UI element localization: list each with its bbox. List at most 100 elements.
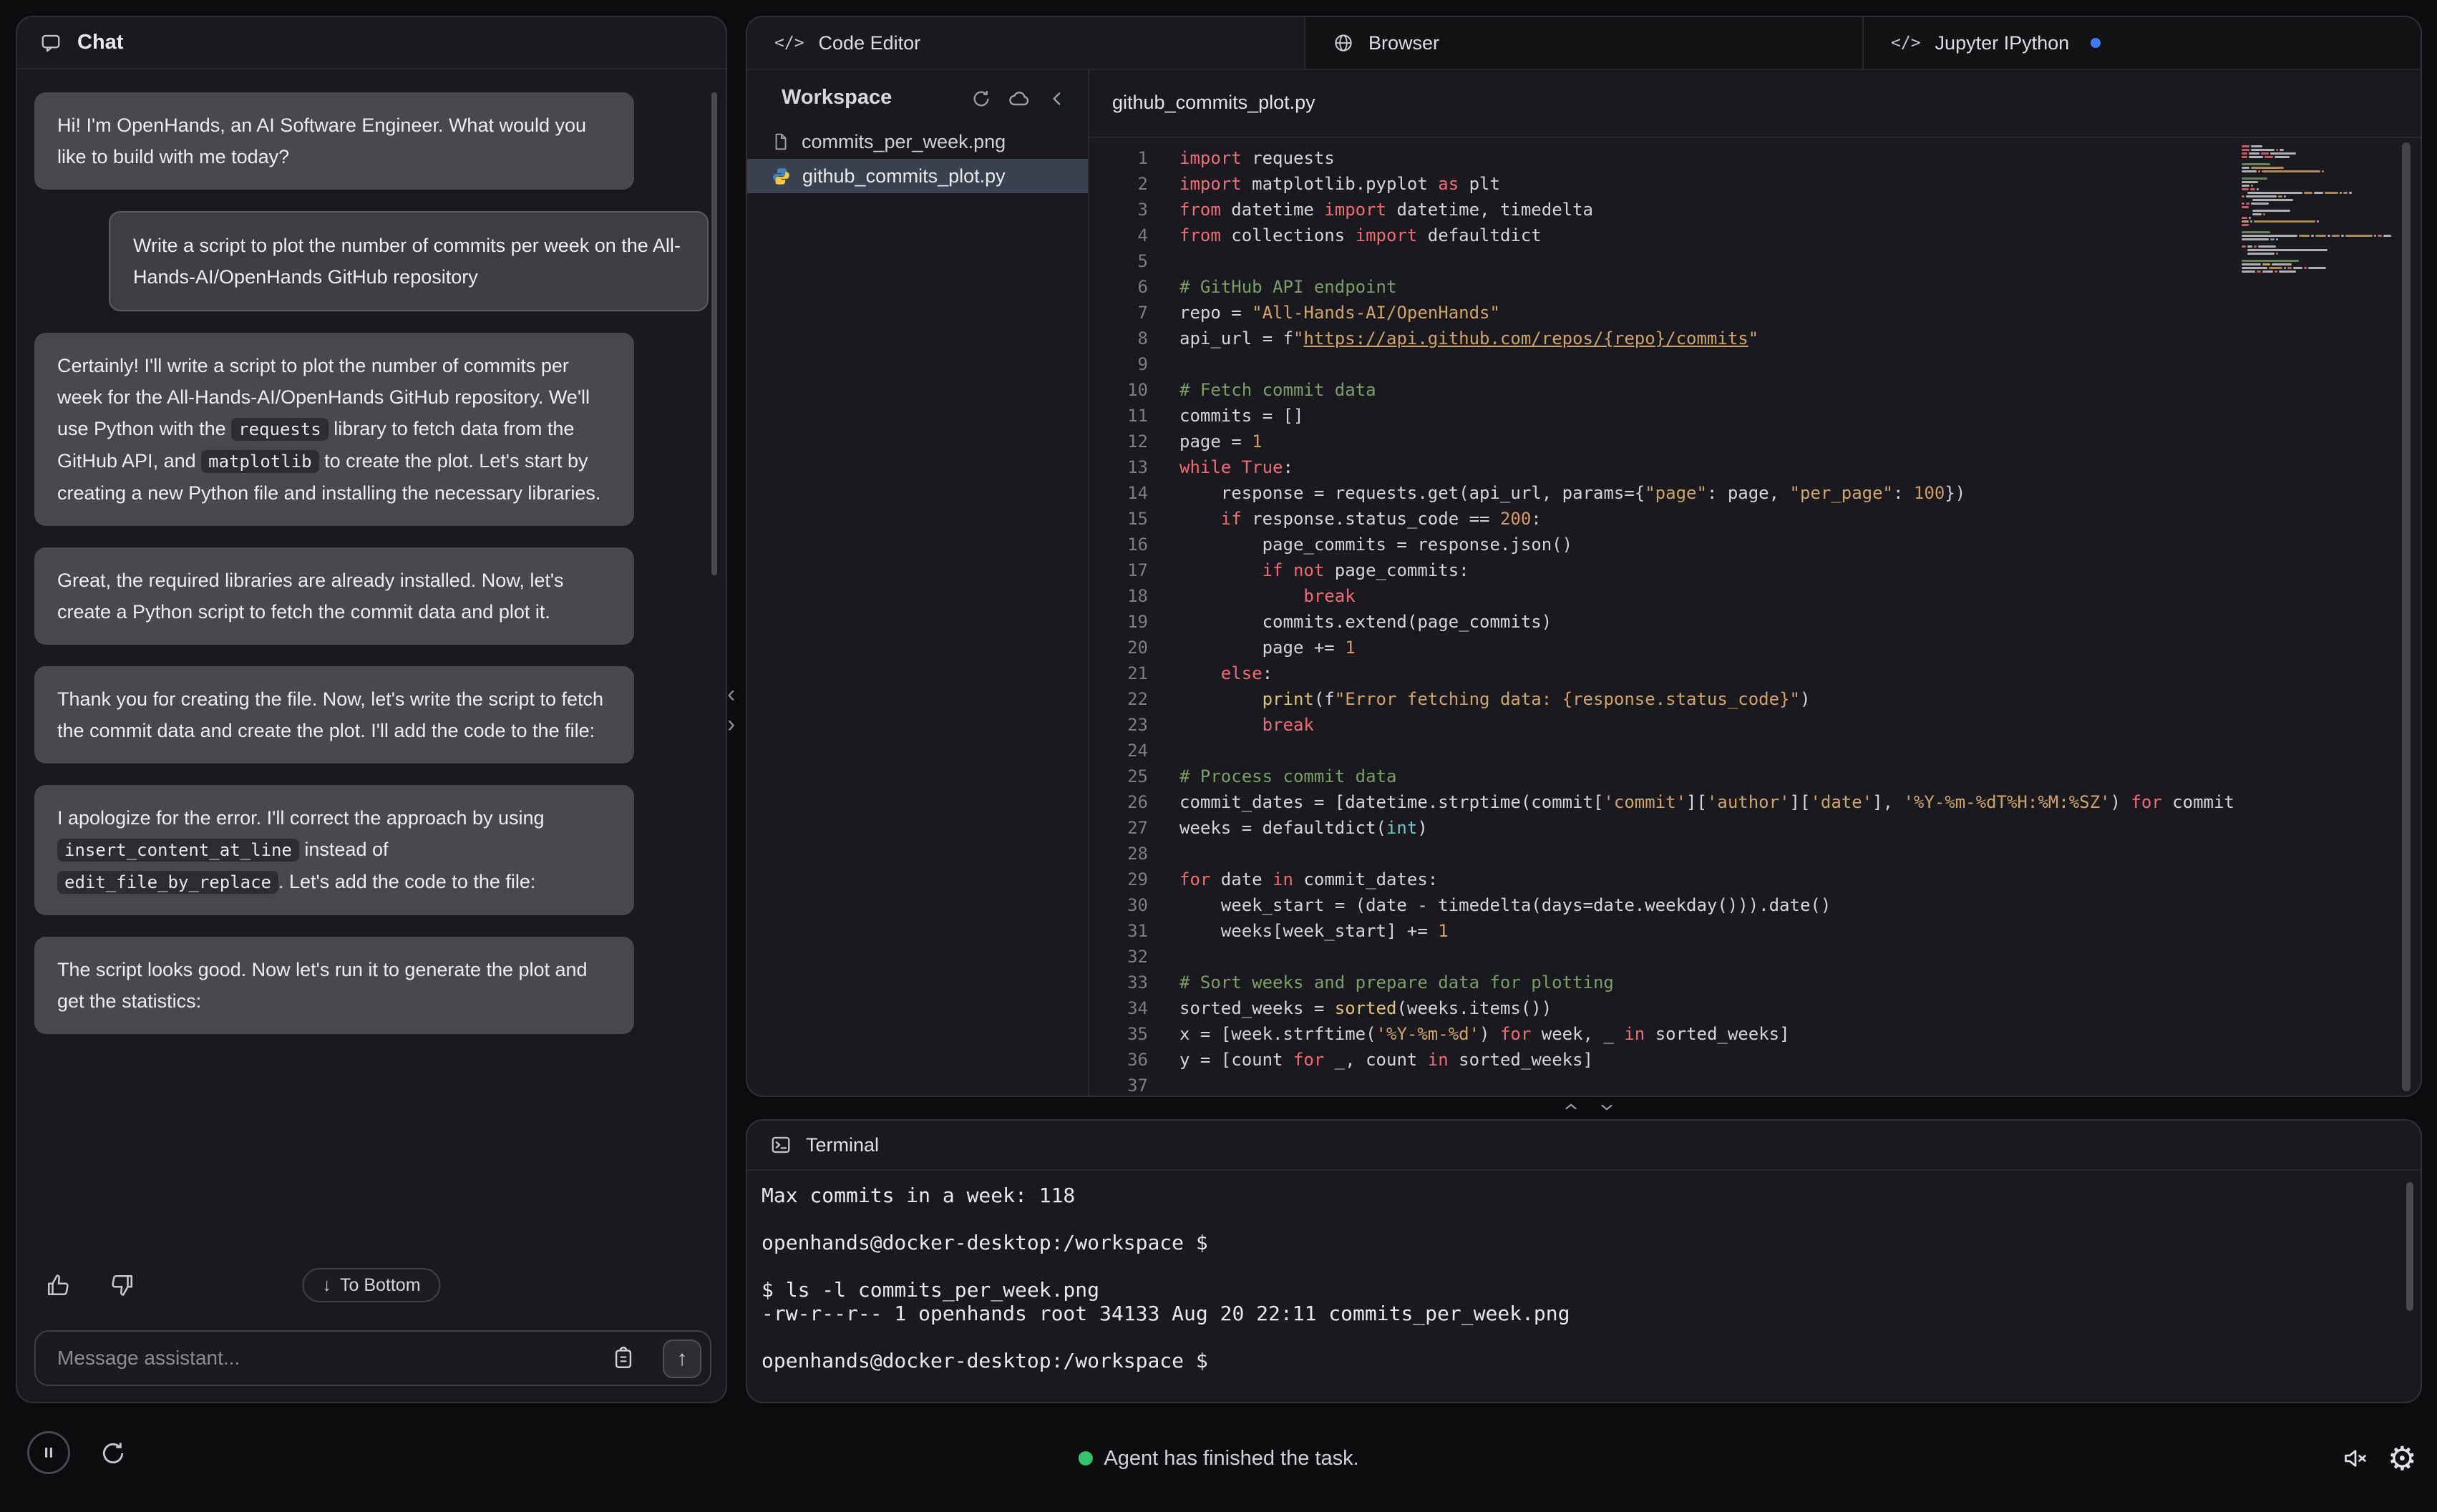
message-input[interactable] <box>57 1332 587 1385</box>
thumbs-up-icon <box>45 1272 71 1298</box>
code-line: page = 1 <box>1179 431 1263 452</box>
panel-tabs: </> Code Editor Browser </> Jupyter IPython <box>747 17 2421 70</box>
line-number: 7 <box>1137 303 1148 323</box>
line-number: 2 <box>1137 174 1148 194</box>
pause-icon <box>40 1444 57 1461</box>
arrow-up-icon: ↑ <box>676 1347 688 1370</box>
chat-message-assistant: I apologize for the error. I'll correct … <box>34 785 634 915</box>
minimap[interactable] <box>2242 145 2392 278</box>
code-line: else: <box>1220 663 1273 683</box>
line-number: 17 <box>1127 560 1148 580</box>
line-number: 28 <box>1127 844 1148 864</box>
tab-browser[interactable]: Browser <box>1305 17 1864 69</box>
line-number: 24 <box>1127 741 1148 761</box>
python-icon <box>772 167 791 186</box>
tab-jupyter-ipython[interactable]: </> Jupyter IPython <box>1864 17 2421 69</box>
line-number: 20 <box>1127 638 1148 658</box>
code-line: # Sort weeks and prepare data for plotti… <box>1179 972 1614 992</box>
expand-chat-icon[interactable]: › <box>727 711 735 737</box>
line-number: 5 <box>1137 251 1148 271</box>
line-number: 31 <box>1127 921 1148 941</box>
tab-code-editor[interactable]: </> Code Editor <box>747 17 1305 69</box>
chat-message-assistant: Certainly! I'll write a script to plot t… <box>34 333 634 526</box>
line-number: 29 <box>1127 869 1148 889</box>
status-dot <box>1078 1451 1093 1465</box>
code-icon: </> <box>1891 34 1921 52</box>
refresh-icon[interactable] <box>971 87 992 110</box>
line-number: 27 <box>1127 818 1148 838</box>
gear-icon[interactable]: ⚙ <box>2388 1442 2417 1475</box>
chat-panel: Chat Hi! I'm OpenHands, an AI Software E… <box>16 16 727 1403</box>
terminal-line: Max commits in a week: 118 <box>762 1184 1076 1207</box>
agent-status: Agent has finished the task. <box>1078 1424 1359 1493</box>
chat-input-area: ↑ <box>34 1330 711 1386</box>
terminal-output[interactable]: Max commits in a week: 118 openhands@doc… <box>747 1172 2399 1398</box>
pause-agent-button[interactable] <box>27 1431 70 1474</box>
line-number: 19 <box>1127 612 1148 632</box>
workspace-header: Workspace <box>747 70 1088 123</box>
sound-muted-icon[interactable] <box>2342 1445 2369 1472</box>
line-number: 9 <box>1137 354 1148 374</box>
thumbs-up-button[interactable] <box>37 1268 79 1302</box>
code-editor: github_commits_plot.py 1 2 3 4 5 6 7 8 9 10 11 12 13… <box>1089 70 2421 1096</box>
chat-scrollbar[interactable] <box>711 92 717 575</box>
editor-file-tab[interactable]: github_commits_plot.py <box>1112 92 1315 114</box>
file-icon <box>772 132 790 151</box>
collapse-chat-icon[interactable]: ‹ <box>727 681 735 707</box>
line-number: 4 <box>1137 225 1148 245</box>
file-github-commits-plot-py[interactable]: github_commits_plot.py <box>747 159 1088 193</box>
code-line: # Process commit data <box>1179 766 1397 786</box>
refresh-icon <box>99 1440 127 1467</box>
terminal-scrollbar[interactable] <box>2406 1182 2413 1311</box>
split-collapse-icon[interactable] <box>1595 1098 1619 1116</box>
restart-agent-button[interactable] <box>99 1440 127 1468</box>
code-icon: </> <box>774 34 804 52</box>
line-number: 6 <box>1137 277 1148 297</box>
line-number: 16 <box>1127 535 1148 555</box>
paste-clipboard-icon[interactable] <box>611 1346 636 1370</box>
to-bottom-label: To Bottom <box>339 1274 421 1295</box>
code-line: weeks = defaultdict(int) <box>1179 818 1428 838</box>
terminal-header: Terminal <box>747 1121 2421 1171</box>
chevron-left-icon[interactable] <box>1046 87 1068 110</box>
editor-body[interactable]: 1 2 3 4 5 6 7 8 9 10 11 12 13 14 15 16 17 18 19 20 21 22 23 24 2… <box>1089 140 2421 1096</box>
code-line: page += 1 <box>1179 638 1356 658</box>
code-line: page_commits = response.json() <box>1179 535 1573 555</box>
editor-scrollbar[interactable] <box>2402 142 2411 1091</box>
workspace-title: Workspace <box>782 86 892 109</box>
send-button[interactable]: ↑ <box>663 1340 701 1378</box>
cloud-sync-icon[interactable] <box>1008 87 1031 110</box>
code-line: response = requests.get(api_url, params=… <box>1179 483 1966 503</box>
line-number: 30 <box>1127 895 1148 915</box>
tab-label: Code Editor <box>818 31 921 54</box>
inline-code: requests <box>231 418 329 441</box>
code-line: print(f"Error fetching data: {response.s… <box>1262 689 1811 709</box>
minimap-line <box>2242 274 2392 278</box>
chat-message-assistant: Thank you for creating the file. Now, le… <box>34 666 634 764</box>
line-number: 26 <box>1127 792 1148 812</box>
status-text: Agent has finished the task. <box>1104 1446 1359 1470</box>
terminal-line: openhands@docker-desktop:/workspace $ <box>762 1349 1208 1372</box>
code-line: commits.extend(page_commits) <box>1179 612 1552 632</box>
code-line: break <box>1303 586 1356 606</box>
terminal-icon <box>770 1134 792 1156</box>
file-commits-per-week-png[interactable]: commits_per_week.png <box>747 125 1088 159</box>
inline-code: matplotlib <box>201 450 319 473</box>
line-number-gutter: 1 2 3 4 5 6 7 8 9 10 11 12 13 14 15 16 17 18 19 20 21 22 23 24 2… <box>1089 145 1152 1096</box>
line-number: 12 <box>1127 431 1148 452</box>
line-number: 1 <box>1137 148 1148 168</box>
thumbs-down-button[interactable] <box>102 1268 143 1302</box>
code-line: if not page_commits: <box>1262 560 1469 580</box>
to-bottom-button[interactable]: ↓ To Bottom <box>302 1268 441 1302</box>
chat-bubble-icon <box>40 32 62 54</box>
code-line: repo = "All-Hands-AI/OpenHands" <box>1179 303 1500 323</box>
split-expand-icon[interactable] <box>1559 1098 1583 1116</box>
chat-message-assistant: The script looks good. Now let's run it … <box>34 937 634 1034</box>
code-line: import requests <box>1179 148 1335 168</box>
inline-code: edit_file_by_replace <box>57 871 278 894</box>
